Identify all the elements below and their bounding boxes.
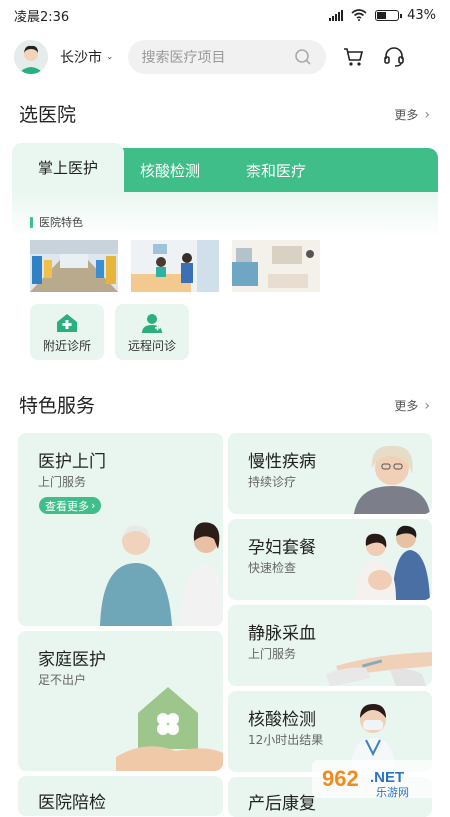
card-title: 产后康复 — [248, 789, 316, 814]
card-subtitle: 持续诊疗 — [248, 473, 296, 490]
service-card-blood-draw[interactable]: 静脉采血 上门服务 — [228, 605, 432, 686]
search-input[interactable]: 搜索医疗项目 — [128, 40, 326, 74]
tab-naihe-medical[interactable]: 柰和医疗 — [246, 148, 306, 192]
chevron-right-icon: › — [424, 398, 430, 414]
headset-icon — [383, 46, 405, 68]
search-placeholder: 搜索医疗项目 — [142, 47, 226, 67]
search-icon — [294, 48, 312, 66]
more-label: 更多 — [394, 106, 418, 123]
section-title-hospitals: 选医院 — [19, 100, 76, 127]
card-title: 静脉采血 — [248, 619, 316, 644]
nearby-clinic-button[interactable]: 附近诊所 — [30, 304, 104, 360]
view-more-label: 查看更多 — [45, 498, 89, 514]
remote-consult-button[interactable]: 远程问诊 — [115, 304, 189, 360]
city-label: 长沙市 — [60, 47, 102, 67]
doctor-icon — [141, 313, 163, 333]
svg-text:962: 962 — [322, 766, 359, 791]
service-card-chronic-disease[interactable]: 慢性疾病 持续诊疗 — [228, 433, 432, 514]
senior-woman-illustration — [340, 438, 432, 514]
battery-percent: 43 — [407, 8, 424, 23]
card-subtitle: 12小时出结果 — [248, 731, 323, 748]
status-icons: 43% — [329, 8, 436, 23]
service-card-family-care[interactable]: 家庭医护 足不出户 — [18, 631, 223, 771]
card-title: 家庭医护 — [38, 645, 106, 670]
hospital-tabs: 掌上医护 核酸检测 柰和医疗 — [12, 148, 438, 192]
avatar[interactable] — [14, 40, 48, 74]
card-title: 慢性疾病 — [248, 447, 316, 472]
watermark-logo: 962 .NET 乐游网 — [310, 756, 450, 800]
service-card-hospital-escort[interactable]: 医院陪检 — [18, 776, 223, 816]
card-title: 医院陪检 — [38, 788, 106, 813]
battery-icon — [375, 10, 399, 21]
svg-text:.NET: .NET — [370, 769, 404, 786]
hospitals-more-link[interactable]: 更多 › — [394, 106, 430, 123]
house-in-hand-illustration — [116, 679, 223, 771]
hospital-photo-reception[interactable] — [131, 240, 219, 292]
customer-service-button[interactable] — [382, 45, 406, 69]
elderly-care-illustration — [96, 519, 223, 626]
service-card-home-care[interactable]: 医护上门 上门服务 — [18, 433, 223, 626]
chevron-right-icon: › — [91, 499, 95, 512]
blood-draw-illustration — [326, 626, 432, 686]
chevron-down-icon: ⌄ — [106, 52, 114, 62]
hospital-features-label: 医院特色 — [30, 214, 83, 230]
card-title: 医护上门 — [38, 447, 106, 472]
card-title: 孕妇套餐 — [248, 533, 316, 558]
status-bar: 凌晨2:36 43% — [0, 0, 450, 30]
svg-text:乐游网: 乐游网 — [376, 786, 409, 799]
city-selector[interactable]: 长沙市 ⌄ — [60, 47, 114, 67]
card-title: 核酸检测 — [248, 705, 316, 730]
cart-button[interactable] — [342, 45, 366, 69]
hospital-photo-corridor[interactable] — [30, 240, 118, 292]
section-title-services: 特色服务 — [19, 391, 95, 418]
signal-icon — [329, 10, 343, 21]
card-subtitle: 上门服务 — [38, 473, 86, 490]
chevron-right-icon: › — [424, 107, 430, 123]
cart-icon — [343, 46, 365, 68]
top-header: 长沙市 ⌄ 搜索医疗项目 — [0, 38, 450, 76]
pregnant-couple-illustration — [344, 522, 432, 600]
tab-nucleic-test[interactable]: 核酸检测 — [140, 148, 200, 192]
card-subtitle: 上门服务 — [248, 645, 296, 662]
service-card-maternity-package[interactable]: 孕妇套餐 快速检查 — [228, 519, 432, 600]
hospital-photo-ward[interactable] — [232, 240, 320, 292]
services-more-link[interactable]: 更多 › — [394, 397, 430, 414]
quick-label: 远程问诊 — [128, 337, 176, 354]
view-more-button[interactable]: 查看更多 › — [39, 497, 101, 514]
card-subtitle: 快速检查 — [248, 559, 296, 576]
more-label: 更多 — [394, 397, 418, 414]
status-time: 凌晨2:36 — [14, 6, 69, 25]
card-subtitle: 足不出户 — [38, 671, 86, 688]
tab-palm-care[interactable]: 掌上医护 — [12, 143, 124, 192]
wifi-icon — [351, 9, 367, 21]
quick-label: 附近诊所 — [43, 337, 91, 354]
clinic-icon — [56, 313, 78, 333]
